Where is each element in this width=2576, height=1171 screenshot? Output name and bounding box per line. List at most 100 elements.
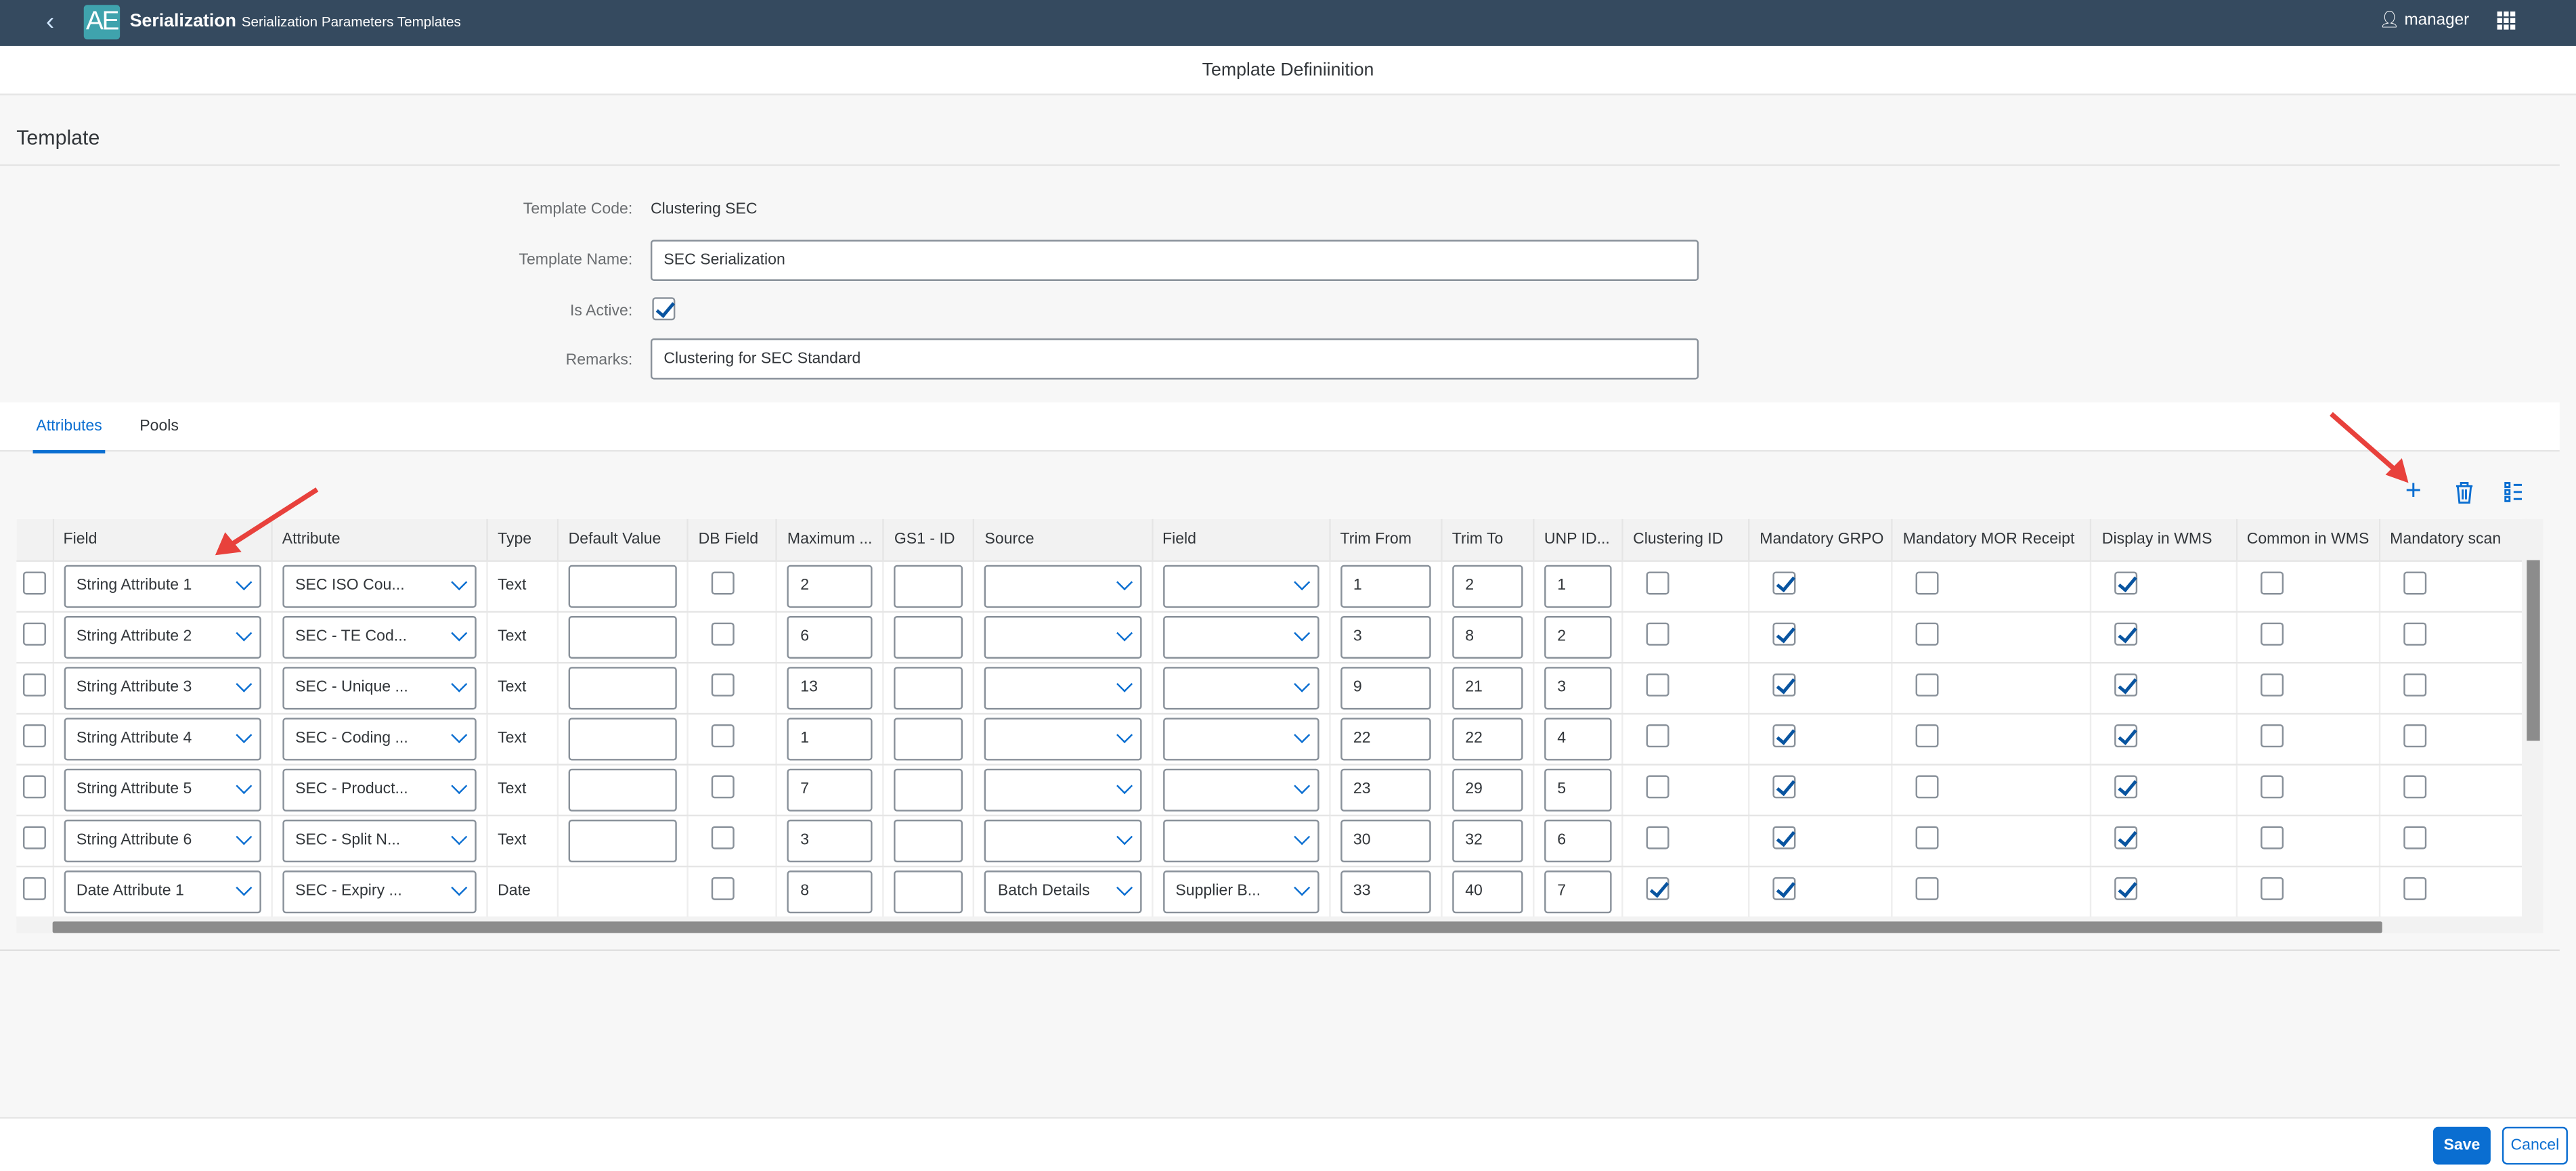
source-select[interactable] — [984, 818, 1141, 862]
trim-to-input[interactable]: 32 — [1451, 818, 1523, 862]
trim-from-input[interactable]: 33 — [1340, 869, 1431, 913]
gs1-id-input[interactable] — [894, 818, 963, 862]
attribute-select[interactable]: SEC - TE Cod... — [282, 615, 477, 658]
mandatory-mor-receipt-checkbox[interactable] — [1916, 775, 1940, 799]
field-select[interactable]: String Attribute 5 — [63, 768, 261, 811]
gs1-id-input[interactable] — [894, 768, 963, 811]
maximum-input[interactable]: 7 — [787, 768, 873, 811]
mandatory-scan-checkbox[interactable] — [2403, 877, 2426, 900]
mandatory-scan-checkbox[interactable] — [2403, 724, 2426, 748]
common-in-wms-checkbox[interactable] — [2260, 673, 2284, 697]
mandatory-grpo-checkbox[interactable] — [1772, 673, 1796, 697]
clustering-id-checkbox[interactable] — [1646, 622, 1669, 646]
source-field-select[interactable] — [1162, 564, 1319, 607]
vertical-scrollbar[interactable] — [2527, 560, 2540, 741]
mandatory-grpo-checkbox[interactable] — [1772, 571, 1796, 595]
maximum-input[interactable]: 3 — [787, 818, 873, 862]
mandatory-mor-receipt-checkbox[interactable] — [1916, 571, 1940, 595]
column-settings-icon[interactable] — [2504, 481, 2523, 503]
trim-to-input[interactable]: 29 — [1451, 768, 1523, 811]
source-select[interactable] — [984, 768, 1141, 811]
remarks-input[interactable]: Clustering for SEC Standard — [650, 338, 1699, 380]
row-select-checkbox[interactable] — [22, 571, 46, 595]
attribute-select[interactable]: SEC - Expiry ... — [282, 869, 477, 913]
default-value-input[interactable] — [568, 717, 678, 760]
mandatory-scan-checkbox[interactable] — [2403, 622, 2426, 646]
clustering-id-checkbox[interactable] — [1646, 826, 1669, 849]
mandatory-scan-checkbox[interactable] — [2403, 571, 2426, 595]
common-in-wms-checkbox[interactable] — [2260, 826, 2284, 849]
source-field-select[interactable] — [1162, 818, 1319, 862]
trim-from-input[interactable]: 23 — [1340, 768, 1431, 811]
display-in-wms-checkbox[interactable] — [2115, 775, 2139, 799]
app-grid-icon[interactable] — [2497, 11, 2516, 30]
common-in-wms-checkbox[interactable] — [2260, 775, 2284, 799]
source-select[interactable] — [984, 615, 1141, 658]
attribute-select[interactable]: SEC - Coding ... — [282, 717, 477, 760]
mandatory-mor-receipt-checkbox[interactable] — [1916, 826, 1940, 849]
source-field-select[interactable] — [1162, 666, 1319, 709]
mandatory-mor-receipt-checkbox[interactable] — [1916, 877, 1940, 900]
row-select-checkbox[interactable] — [22, 877, 46, 900]
field-select[interactable]: String Attribute 1 — [63, 564, 261, 607]
source-select[interactable] — [984, 564, 1141, 607]
mandatory-grpo-checkbox[interactable] — [1772, 775, 1796, 799]
display-in-wms-checkbox[interactable] — [2115, 622, 2139, 646]
tab-pools[interactable]: Pools — [139, 417, 179, 435]
cancel-button[interactable]: Cancel — [2502, 1126, 2568, 1165]
clustering-id-checkbox[interactable] — [1646, 877, 1669, 900]
field-select[interactable]: String Attribute 3 — [63, 666, 261, 709]
db-field-checkbox[interactable] — [712, 571, 735, 595]
attribute-select[interactable]: SEC - Split N... — [282, 818, 477, 862]
field-select[interactable]: String Attribute 6 — [63, 818, 261, 862]
maximum-input[interactable]: 6 — [787, 615, 873, 658]
mandatory-scan-checkbox[interactable] — [2403, 775, 2426, 799]
clustering-id-checkbox[interactable] — [1646, 724, 1669, 748]
field-select[interactable]: Date Attribute 1 — [63, 869, 261, 913]
gs1-id-input[interactable] — [894, 564, 963, 607]
delete-icon[interactable] — [2454, 481, 2474, 504]
mandatory-mor-receipt-checkbox[interactable] — [1916, 724, 1940, 748]
attribute-select[interactable]: SEC - Unique ... — [282, 666, 477, 709]
maximum-input[interactable]: 13 — [787, 666, 873, 709]
common-in-wms-checkbox[interactable] — [2260, 724, 2284, 748]
clustering-id-checkbox[interactable] — [1646, 571, 1669, 595]
trim-from-input[interactable]: 30 — [1340, 818, 1431, 862]
maximum-input[interactable]: 8 — [787, 869, 873, 913]
display-in-wms-checkbox[interactable] — [2115, 571, 2139, 595]
attribute-select[interactable]: SEC ISO Cou... — [282, 564, 477, 607]
db-field-checkbox[interactable] — [712, 775, 735, 799]
row-select-checkbox[interactable] — [22, 673, 46, 697]
field-select[interactable]: String Attribute 4 — [63, 717, 261, 760]
common-in-wms-checkbox[interactable] — [2260, 571, 2284, 595]
default-value-input[interactable] — [568, 666, 678, 709]
row-select-checkbox[interactable] — [22, 826, 46, 849]
unp-id-input[interactable]: 7 — [1544, 869, 1612, 913]
user-menu[interactable]: 👤︎ manager — [2379, 12, 2469, 30]
db-field-checkbox[interactable] — [712, 826, 735, 849]
trim-to-input[interactable]: 22 — [1451, 717, 1523, 760]
maximum-input[interactable]: 2 — [787, 564, 873, 607]
mandatory-scan-checkbox[interactable] — [2403, 673, 2426, 697]
trim-from-input[interactable]: 1 — [1340, 564, 1431, 607]
trim-from-input[interactable]: 3 — [1340, 615, 1431, 658]
default-value-input[interactable] — [568, 615, 678, 658]
unp-id-input[interactable]: 6 — [1544, 818, 1612, 862]
source-field-select[interactable]: Supplier B... — [1162, 869, 1319, 913]
db-field-checkbox[interactable] — [712, 724, 735, 748]
attribute-select[interactable]: SEC - Product... — [282, 768, 477, 811]
gs1-id-input[interactable] — [894, 666, 963, 709]
horizontal-scrollbar[interactable] — [52, 921, 2382, 933]
unp-id-input[interactable]: 1 — [1544, 564, 1612, 607]
row-select-checkbox[interactable] — [22, 622, 46, 646]
source-field-select[interactable] — [1162, 717, 1319, 760]
trim-to-input[interactable]: 8 — [1451, 615, 1523, 658]
unp-id-input[interactable]: 5 — [1544, 768, 1612, 811]
common-in-wms-checkbox[interactable] — [2260, 877, 2284, 900]
source-select[interactable] — [984, 666, 1141, 709]
default-value-input[interactable] — [568, 768, 678, 811]
clustering-id-checkbox[interactable] — [1646, 775, 1669, 799]
is-active-checkbox[interactable] — [652, 297, 676, 321]
default-value-input[interactable] — [568, 818, 678, 862]
unp-id-input[interactable]: 2 — [1544, 615, 1612, 658]
